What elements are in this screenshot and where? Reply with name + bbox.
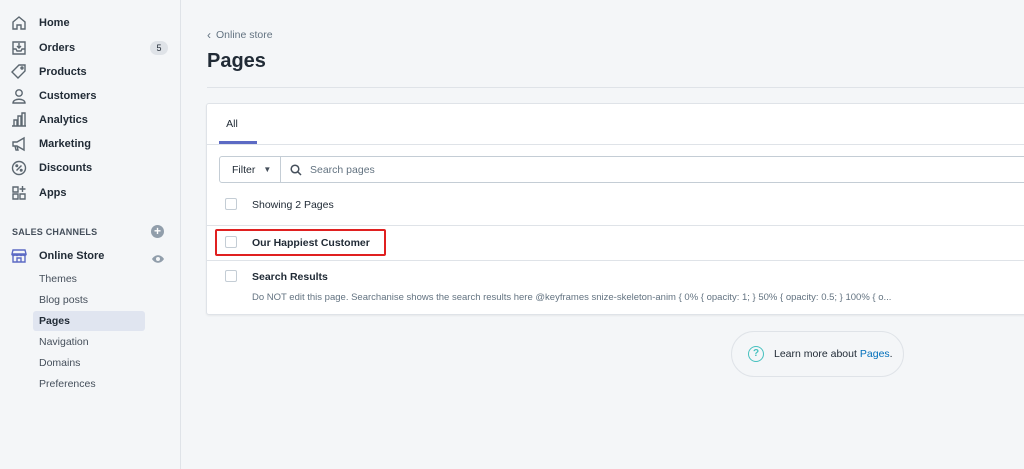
header-divider [207, 87, 1024, 88]
view-store-eye-icon[interactable] [151, 251, 165, 263]
page-row-excerpt: Do NOT edit this page. Searchanise shows… [252, 292, 892, 303]
breadcrumb[interactable]: ‹ Online store [207, 28, 273, 42]
sidebar-item-label: Online Store [39, 250, 105, 262]
sidebar-item-apps[interactable]: Apps [0, 182, 181, 204]
page-row-title[interactable]: Search Results [252, 271, 328, 283]
discounts-icon [10, 159, 28, 177]
filter-button[interactable]: Filter ▼ [219, 156, 281, 183]
orders-icon [10, 39, 28, 57]
sub-item-navigation[interactable]: Navigation [33, 332, 145, 352]
sidebar-item-label: Discounts [39, 162, 93, 174]
customers-icon [10, 87, 28, 105]
help-text: Learn more about [774, 348, 857, 360]
help-footer: ? Learn more about Pages. [731, 331, 904, 377]
breadcrumb-label: Online store [216, 29, 273, 41]
orders-count-badge: 5 [150, 41, 168, 55]
showing-count: Showing 2 Pages [252, 199, 334, 211]
sidebar-item-discounts[interactable]: Discounts [0, 157, 181, 179]
filter-label: Filter [232, 163, 256, 176]
tab-all[interactable]: All [219, 118, 245, 130]
sidebar-item-label: Apps [39, 187, 67, 199]
sub-item-blog-posts[interactable]: Blog posts [33, 290, 145, 310]
sub-item-pages[interactable]: Pages [33, 311, 145, 331]
sidebar-item-label: Home [39, 17, 70, 29]
page-title: Pages [207, 50, 266, 72]
chevron-left-icon: ‹ [207, 28, 211, 42]
sidebar-item-label: Products [39, 66, 87, 78]
sales-channels-heading: SALES CHANNELS [12, 227, 98, 237]
store-icon [10, 247, 28, 265]
search-placeholder: Search pages [310, 163, 375, 176]
add-sales-channel-icon[interactable]: + [151, 225, 164, 238]
sidebar-item-label: Orders [39, 42, 76, 54]
pages-card: All Filter ▼ Search pages Showing 2 Page… [206, 103, 1024, 315]
home-icon [10, 14, 28, 32]
question-circle-icon: ? [748, 346, 764, 362]
help-suffix: . [889, 348, 893, 360]
row-checkbox[interactable] [225, 270, 237, 282]
sidebar-item-analytics[interactable]: Analytics [0, 109, 181, 131]
sidebar-item-label: Marketing [39, 138, 91, 150]
row-divider [207, 225, 1024, 226]
sidebar-item-home[interactable]: Home [0, 12, 181, 34]
sidebar-item-customers[interactable]: Customers [0, 85, 181, 107]
sidebar: Home Orders 5 Products Customers Analyti… [0, 0, 181, 469]
apps-icon [10, 184, 28, 202]
sidebar-item-orders[interactable]: Orders 5 [0, 37, 181, 59]
row-divider [207, 260, 1024, 261]
caret-down-icon: ▼ [263, 165, 272, 174]
sidebar-item-marketing[interactable]: Marketing [0, 133, 181, 155]
sidebar-item-products[interactable]: Products [0, 61, 181, 83]
products-icon [10, 63, 28, 81]
highlight-box [215, 229, 386, 256]
help-link-pages[interactable]: Pages [860, 348, 890, 360]
sub-item-themes[interactable]: Themes [33, 269, 145, 289]
sub-item-preferences[interactable]: Preferences [33, 374, 145, 394]
sub-item-domains[interactable]: Domains [33, 353, 145, 373]
marketing-icon [10, 135, 28, 153]
analytics-icon [10, 111, 28, 129]
select-all-checkbox[interactable] [225, 198, 237, 210]
tab-divider [207, 144, 1024, 145]
search-icon [290, 163, 302, 176]
sidebar-item-label: Analytics [39, 114, 88, 126]
search-input[interactable]: Search pages [280, 156, 1024, 183]
sidebar-item-label: Customers [39, 90, 97, 102]
